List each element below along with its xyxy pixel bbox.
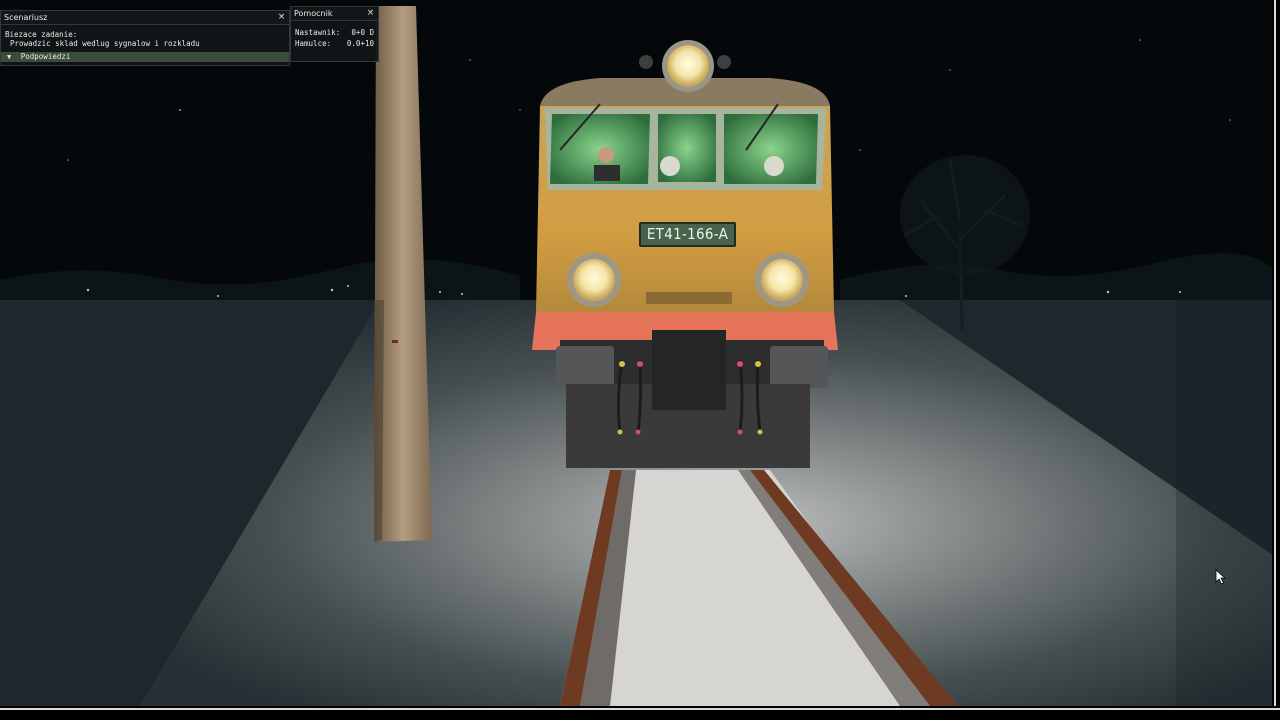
- triangle-down-icon: ▼: [7, 53, 12, 61]
- scenario-title: Scenariusz: [4, 13, 48, 22]
- hints-label: Podpowiedzi: [20, 52, 71, 61]
- frame-right-edge: [1272, 0, 1280, 706]
- brakes-label: Hamulce:: [295, 39, 332, 48]
- locomotive-number-plate: ET41-166-A: [639, 222, 736, 247]
- current-task-label: Biezace zadanie:: [5, 30, 78, 39]
- controller-row: Nastawnik: 0+0 D: [295, 27, 374, 38]
- helper-title: Pomocnik: [294, 9, 333, 18]
- close-icon[interactable]: ×: [365, 7, 376, 20]
- helper-window[interactable]: Pomocnik × Nastawnik: 0+0 D Hamulce: 0.0…: [290, 6, 379, 62]
- brakes-value: 0.0+10: [346, 39, 374, 48]
- brakes-row: Hamulce: 0.0+10: [295, 38, 374, 49]
- helper-titlebar[interactable]: Pomocnik ×: [291, 7, 378, 21]
- scenario-window[interactable]: Scenariusz × Biezace zadanie: Prowadzic …: [0, 10, 290, 66]
- current-task-text: Prowadzic sklad wedlug sygnalow i rozkla…: [10, 39, 200, 48]
- mouse-cursor-icon: [1215, 569, 1227, 585]
- scenario-titlebar[interactable]: Scenariusz ×: [1, 11, 289, 25]
- close-icon[interactable]: ×: [276, 11, 287, 24]
- controller-label: Nastawnik:: [295, 28, 341, 37]
- locomotive: [532, 40, 838, 468]
- controller-value: 0+0 D: [351, 28, 374, 37]
- frame-bottom-edge: [0, 706, 1280, 720]
- hints-collapsible[interactable]: ▼ Podpowiedzi: [1, 52, 289, 62]
- game-viewport[interactable]: [0, 0, 1280, 720]
